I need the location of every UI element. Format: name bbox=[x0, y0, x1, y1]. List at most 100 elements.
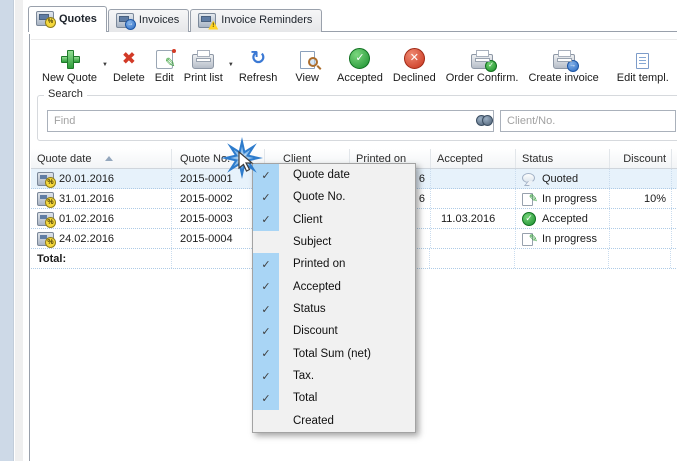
delete-x-icon bbox=[122, 49, 136, 69]
find-input[interactable] bbox=[47, 110, 494, 132]
create-invoice-printer-icon: → bbox=[553, 54, 575, 69]
menu-item-label: Accepted bbox=[279, 281, 341, 293]
search-groupbox: Search bbox=[37, 95, 677, 141]
arrow-badge-icon: → bbox=[125, 19, 136, 30]
menu-item[interactable]: Quote date bbox=[253, 164, 415, 186]
printer-icon bbox=[192, 54, 214, 69]
status-cell: In progress bbox=[542, 230, 597, 248]
tab-label: Invoice Reminders bbox=[221, 14, 312, 26]
discount-cell bbox=[610, 229, 672, 248]
delete-button[interactable]: Delete bbox=[108, 43, 150, 87]
order-confirm-printer-icon: ✓ bbox=[471, 54, 493, 69]
menu-item-label: Quote date bbox=[279, 169, 350, 181]
column-header-status[interactable]: Status bbox=[516, 149, 610, 168]
order-confirm-button[interactable]: ✓ Order Confirm. bbox=[441, 43, 524, 87]
column-label: Accepted bbox=[437, 153, 483, 165]
declined-x-icon bbox=[404, 48, 425, 69]
menu-item-label: Created bbox=[279, 415, 334, 427]
left-panel-strip bbox=[0, 0, 13, 461]
button-label: Print list bbox=[184, 72, 223, 84]
checkmark-icon bbox=[253, 186, 279, 208]
app-window: % Quotes → Invoices Invoice Reminders Ne… bbox=[0, 0, 677, 461]
print-list-button[interactable]: Print list bbox=[179, 43, 228, 87]
button-label: Edit bbox=[155, 72, 174, 84]
menu-item[interactable]: Created bbox=[253, 410, 415, 432]
checkmark-icon bbox=[253, 387, 279, 409]
accepted-cell bbox=[431, 229, 516, 248]
new-quote-button[interactable]: New Quote bbox=[37, 43, 102, 87]
column-label: Quote date bbox=[37, 153, 91, 165]
menu-item-label: Client bbox=[279, 214, 322, 226]
checkmark-icon bbox=[253, 276, 279, 298]
menu-item[interactable]: Discount bbox=[253, 320, 415, 342]
menu-item[interactable]: Tax. bbox=[253, 365, 415, 387]
client-no-input[interactable] bbox=[500, 110, 676, 132]
new-quote-plus-icon bbox=[60, 49, 80, 69]
search-group-label: Search bbox=[44, 88, 87, 100]
create-invoice-button[interactable]: → Create invoice bbox=[523, 43, 603, 87]
quote-date-cell: 31.01.2016 bbox=[59, 190, 114, 208]
column-header-discount[interactable]: Discount bbox=[610, 149, 672, 168]
checkmark-icon bbox=[253, 410, 279, 432]
accepted-cell bbox=[431, 169, 516, 188]
checkmark-icon bbox=[253, 320, 279, 342]
checkmark-icon bbox=[253, 365, 279, 387]
column-header-accepted[interactable]: Accepted bbox=[431, 149, 516, 168]
accepted-check-icon bbox=[349, 48, 370, 69]
column-label: Status bbox=[522, 153, 553, 165]
accepted-cell bbox=[431, 189, 516, 208]
button-label: Edit templ. bbox=[617, 72, 669, 84]
discount-cell bbox=[610, 209, 672, 228]
discount-cell: 10% bbox=[610, 189, 672, 208]
quote-date-cell: 24.02.2016 bbox=[59, 230, 114, 248]
menu-item[interactable]: Subject bbox=[253, 231, 415, 253]
declined-button[interactable]: Declined bbox=[388, 43, 441, 87]
tab-bar: % Quotes → Invoices Invoice Reminders bbox=[28, 9, 323, 32]
edit-template-icon bbox=[636, 53, 649, 69]
refresh-icon bbox=[250, 49, 266, 69]
menu-item[interactable]: Client bbox=[253, 209, 415, 231]
menu-item-label: Total bbox=[279, 392, 317, 404]
checkmark-icon bbox=[253, 343, 279, 365]
button-label: Delete bbox=[113, 72, 145, 84]
edit-button[interactable]: Edit bbox=[150, 43, 179, 87]
column-header-quote-date[interactable]: Quote date bbox=[31, 149, 172, 168]
view-button[interactable]: View bbox=[290, 43, 324, 87]
edit-template-button[interactable]: Edit templ. bbox=[612, 43, 674, 87]
percent-badge-icon: % bbox=[45, 17, 56, 28]
accepted-button[interactable]: Accepted bbox=[332, 43, 388, 87]
menu-item[interactable]: Accepted bbox=[253, 276, 415, 298]
button-label: Create invoice bbox=[528, 72, 598, 84]
checkmark-icon bbox=[253, 231, 279, 253]
menu-item[interactable]: Quote No. bbox=[253, 186, 415, 208]
quotes-icon: % bbox=[36, 11, 54, 26]
menu-item-label: Discount bbox=[279, 325, 338, 337]
status-cell: In progress bbox=[542, 190, 597, 208]
menu-item[interactable]: Printed on bbox=[253, 253, 415, 275]
status-cell: Quoted bbox=[542, 170, 578, 188]
checkmark-icon bbox=[253, 164, 279, 186]
column-label: Discount bbox=[623, 153, 666, 165]
edit-pencil-icon bbox=[156, 50, 173, 69]
view-magnifier-icon bbox=[300, 51, 315, 69]
button-label: View bbox=[295, 72, 319, 84]
quote-date-cell: 01.02.2016 bbox=[59, 210, 114, 228]
status-icon bbox=[522, 212, 537, 226]
button-label: Order Confirm. bbox=[446, 72, 519, 84]
menu-item-label: Quote No. bbox=[279, 191, 345, 203]
menu-item[interactable]: Total bbox=[253, 387, 415, 409]
menu-item[interactable]: Status bbox=[253, 298, 415, 320]
tab-quotes[interactable]: % Quotes bbox=[28, 6, 107, 32]
menu-item[interactable]: Total Sum (net) bbox=[253, 343, 415, 365]
checkmark-icon bbox=[253, 209, 279, 231]
button-label: Declined bbox=[393, 72, 436, 84]
tab-invoice-reminders[interactable]: Invoice Reminders bbox=[190, 9, 322, 32]
refresh-button[interactable]: Refresh bbox=[234, 43, 283, 87]
invoice-reminders-icon bbox=[198, 13, 216, 28]
menu-item-label: Total Sum (net) bbox=[279, 348, 371, 360]
column-chooser-menu: Quote date Quote No. Client Subject Prin… bbox=[252, 163, 416, 433]
binoculars-icon bbox=[476, 115, 494, 126]
total-label: Total: bbox=[31, 249, 172, 268]
tab-invoices[interactable]: → Invoices bbox=[108, 9, 189, 32]
status-icon bbox=[522, 232, 537, 246]
